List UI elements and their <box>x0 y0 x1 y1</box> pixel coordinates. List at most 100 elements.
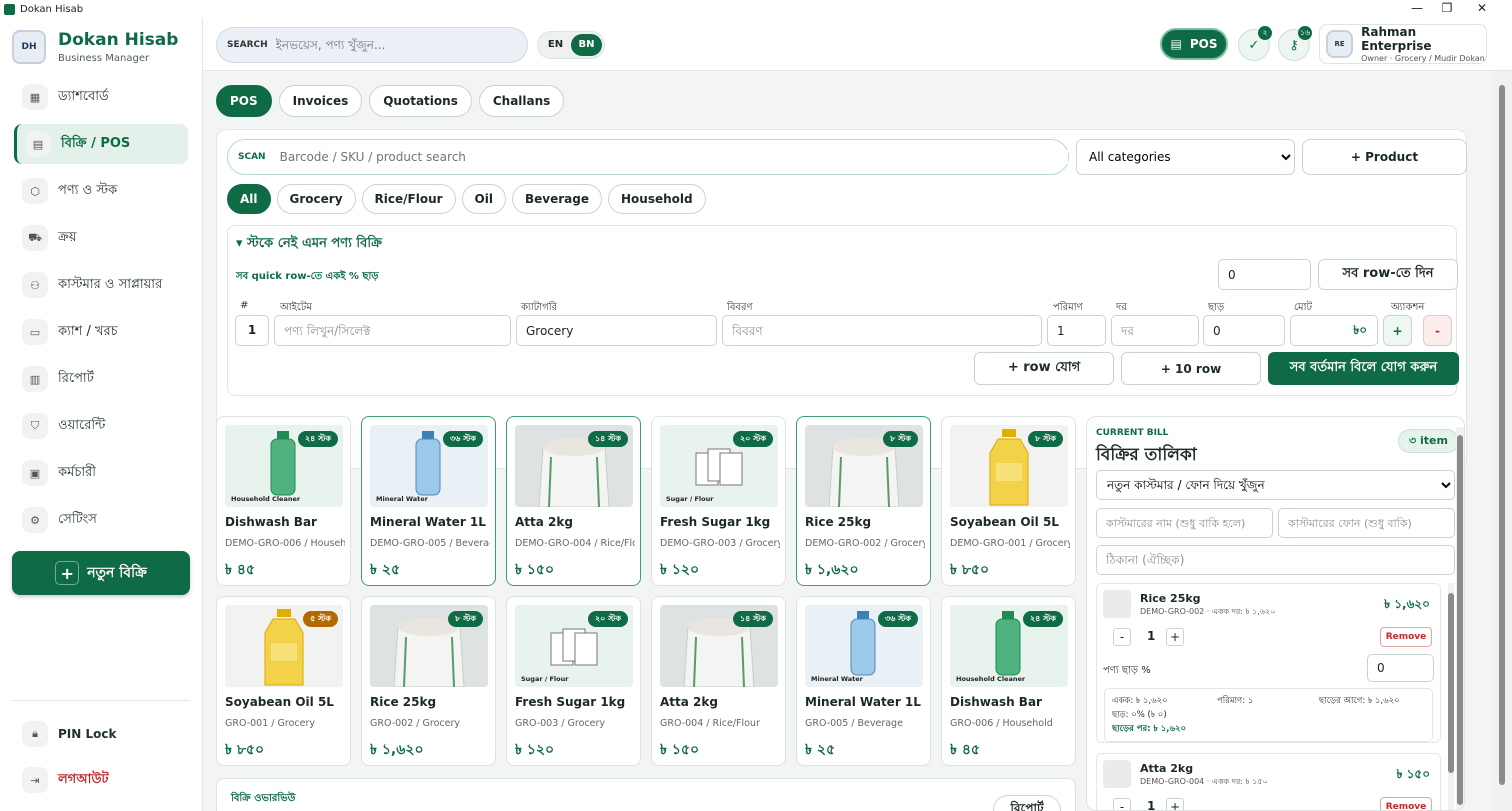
maximize-icon[interactable]: ❐ <box>1430 0 1464 18</box>
discount-input[interactable] <box>1203 315 1285 346</box>
add-all-to-bill-button[interactable]: সব বর্তমান বিলে যোগ করুন <box>1268 352 1459 385</box>
page-scrollbar-thumb[interactable] <box>1499 85 1505 785</box>
chip-rice-flour[interactable]: Rice/Flour <box>361 184 456 214</box>
product-card[interactable]: Sugar / Flour ২০ স্টক Fresh Sugar 1kg DEMO-… <box>651 416 786 586</box>
chip-beverage[interactable]: Beverage <box>511 184 602 214</box>
add-row-action-button[interactable]: + <box>1383 315 1412 346</box>
lang-en[interactable]: EN <box>540 34 571 56</box>
tab-pos[interactable]: POS <box>216 85 272 117</box>
lock-icon: 🔒︎ <box>22 721 48 747</box>
bill-scrollbar[interactable] <box>1456 427 1464 810</box>
add-row-button[interactable]: + row যোগ <box>974 352 1114 385</box>
chip-oil[interactable]: Oil <box>461 184 506 214</box>
sidebar-item-pos[interactable]: ▤ বিক্রি / POS <box>14 124 188 164</box>
quantity-input[interactable] <box>1047 315 1106 346</box>
language-toggle[interactable]: EN BN <box>537 31 605 59</box>
tab-quotations[interactable]: Quotations <box>369 85 472 117</box>
customer-address-input[interactable] <box>1096 545 1455 575</box>
remove-row-action-button[interactable]: - <box>1423 315 1452 346</box>
new-sale-button[interactable]: + নতুন বিক্রি <box>12 551 190 595</box>
product-card[interactable]: ৮ স্টক Rice 25kg DEMO-GRO-002 / Grocery ৳ ১… <box>796 416 931 586</box>
scrollbar-thumb[interactable] <box>1457 435 1463 805</box>
customer-phone-input[interactable] <box>1278 508 1455 538</box>
close-icon[interactable]: ✕ <box>1465 0 1499 18</box>
sidebar-item-label: সেটিংস <box>58 511 97 527</box>
sidebar-item-products[interactable]: ⬡ পণ্য ও স্টক <box>14 171 188 211</box>
bill-title: বিক্রির তালিকা <box>1096 445 1197 465</box>
pin-lock-label: PIN Lock <box>58 727 117 741</box>
product-name: Soyabean Oil 5L <box>225 695 334 709</box>
warranty-alert-button[interactable]: ✓ ২ <box>1238 26 1272 61</box>
tab-challans[interactable]: Challans <box>478 85 565 117</box>
sidebar-item-purchase[interactable]: ⛟ ক্রয় <box>14 218 188 258</box>
sidebar-item-warranty[interactable]: ⛉ ওয়ারেন্টি <box>14 406 188 446</box>
logout-button[interactable]: ⇥ লগআউট <box>14 760 188 800</box>
bulk-discount-input[interactable] <box>1218 259 1311 290</box>
search-input[interactable] <box>275 38 527 52</box>
product-card[interactable]: Mineral Water ৩৬ স্টক Mineral Water 1L DEMO… <box>361 416 496 586</box>
product-name: Soyabean Oil 5L <box>950 515 1059 529</box>
scrollbar-thumb[interactable] <box>1448 593 1454 773</box>
product-card[interactable]: ৮ স্টক Soyabean Oil 5L DEMO-GRO-001 / Groc… <box>941 416 1076 586</box>
product-card[interactable]: Sugar / Flour ২০ স্টক Fresh Sugar 1kg GRO-0… <box>506 596 641 766</box>
customer-name-input[interactable] <box>1096 508 1273 538</box>
notification-badge: ২ <box>1258 26 1272 40</box>
add-10-rows-button[interactable]: + 10 row <box>1121 352 1261 385</box>
sidebar-item-customers[interactable]: ⚇ কাস্টমার ও সাপ্লায়ার <box>14 265 188 305</box>
quantity-increase-button[interactable]: + <box>1166 798 1184 810</box>
app-icon <box>4 3 15 15</box>
chip-all[interactable]: All <box>227 184 271 214</box>
settings-icon: ⚙ <box>22 507 48 533</box>
product-sku: GRO-001 / Grocery <box>225 718 315 729</box>
sidebar-item-label: বিক্রি / POS <box>61 135 131 151</box>
product-card[interactable]: ১৪ স্টক Atta 2kg DEMO-GRO-004 / Rice/Flour… <box>506 416 641 586</box>
sidebar-divider <box>12 700 190 701</box>
report-button[interactable]: রিপোর্ট <box>993 795 1061 811</box>
remove-item-button[interactable]: Remove <box>1380 797 1432 810</box>
sidebar: DH Dokan Hisab Business Manager ▦ ড্যাশবো… <box>0 18 203 811</box>
sidebar-item-dashboard[interactable]: ▦ ড্যাশবোর্ড <box>14 77 188 117</box>
stock-badge: ৮ স্টক <box>883 431 918 447</box>
remove-item-button[interactable]: Remove <box>1380 627 1432 647</box>
item-input[interactable] <box>274 315 511 346</box>
chip-grocery[interactable]: Grocery <box>276 184 356 214</box>
rate-input[interactable] <box>1111 315 1199 346</box>
sidebar-item-cash[interactable]: ▭ ক্যাশ / খরচ <box>14 312 188 352</box>
sidebar-item-employees[interactable]: ▣ কর্মচারী <box>14 453 188 493</box>
customer-select[interactable]: নতুন কাস্টমার / ফোন দিয়ে খুঁজুন <box>1096 470 1455 500</box>
product-card[interactable]: Household Cleaner ২৪ স্টক Dishwash Bar GRO-… <box>941 596 1076 766</box>
page-scrollbar[interactable] <box>1493 71 1512 811</box>
calendar-icon: ▣ <box>22 460 48 486</box>
pos-button[interactable]: ▤ POS <box>1160 28 1228 60</box>
barcode-search-input[interactable] <box>279 150 1068 164</box>
tools-alert-button[interactable]: ⚷ ১৬ <box>1278 26 1312 61</box>
apply-all-rows-button[interactable]: সব row-তে দিন <box>1318 259 1458 290</box>
bill-items-scrollbar[interactable] <box>1448 583 1454 810</box>
pin-lock-button[interactable]: 🔒︎ PIN Lock <box>14 714 188 754</box>
chip-household[interactable]: Household <box>607 184 706 214</box>
out-of-stock-toggle[interactable]: ▾ স্টকে নেই এমন পণ্য বিক্রি <box>236 234 382 255</box>
description-input[interactable] <box>722 315 1042 346</box>
product-name: Atta 2kg <box>515 515 573 529</box>
dashboard-icon: ▦ <box>22 84 48 110</box>
sidebar-item-label: কাস্টমার ও সাপ্লায়ার <box>58 276 163 292</box>
sidebar-item-report[interactable]: ▥ রিপোর্ট <box>14 359 188 399</box>
quantity-decrease-button[interactable]: - <box>1113 628 1131 646</box>
category-input[interactable] <box>516 315 717 346</box>
sidebar-item-settings[interactable]: ⚙ সেটিংস <box>14 500 188 540</box>
tab-invoices[interactable]: Invoices <box>278 85 363 117</box>
lang-bn[interactable]: BN <box>571 34 602 56</box>
item-discount-input[interactable] <box>1367 654 1434 682</box>
quantity-decrease-button[interactable]: - <box>1113 798 1131 810</box>
category-select[interactable]: All categories <box>1076 139 1295 175</box>
product-card[interactable]: ৮ স্টক Rice 25kg GRO-002 / Grocery ৳ ১,৬২০ <box>361 596 496 766</box>
product-card[interactable]: ১৪ স্টক Atta 2kg GRO-004 / Rice/Flour ৳ ১৫০ <box>651 596 786 766</box>
add-product-button[interactable]: + Product <box>1302 139 1467 175</box>
current-bill: CURRENT BILL বিক্রির তালিকা ৩ item নতুন … <box>1086 416 1465 811</box>
product-card[interactable]: Household Cleaner ২৪ স্টক Dishwash Bar DEMO… <box>216 416 351 586</box>
minimize-icon[interactable]: — <box>1400 0 1434 18</box>
product-card[interactable]: ৫ স্টক Soyabean Oil 5L GRO-001 / Grocery ৳ … <box>216 596 351 766</box>
business-profile[interactable]: RE Rahman Enterprise Owner · Grocery / M… <box>1319 24 1487 64</box>
quantity-increase-button[interactable]: + <box>1166 628 1184 646</box>
product-card[interactable]: Mineral Water ৩৬ স্টক Mineral Water 1L GRO-… <box>796 596 931 766</box>
